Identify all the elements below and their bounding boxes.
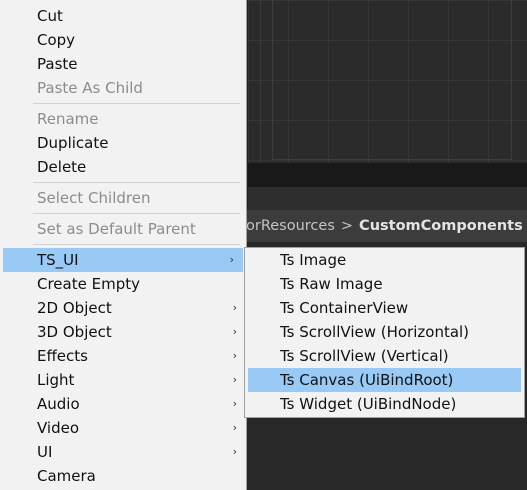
menu-item-light[interactable]: Light › bbox=[0, 368, 246, 392]
chevron-right-icon: › bbox=[232, 349, 237, 362]
chevron-right-icon: › bbox=[232, 325, 237, 338]
menu-item-2d-object[interactable]: 2D Object › bbox=[0, 296, 246, 320]
menu-separator bbox=[33, 244, 240, 245]
menu-item-ts-ui[interactable]: TS_UI › bbox=[3, 248, 243, 272]
menu-item-paste[interactable]: Paste bbox=[0, 52, 246, 76]
chevron-right-icon: › bbox=[232, 301, 237, 314]
chevron-right-icon: › bbox=[229, 253, 234, 266]
submenu-item-ts-scrollview-vertical[interactable]: Ts ScrollView (Vertical) bbox=[245, 344, 524, 368]
menu-item-delete[interactable]: Delete bbox=[0, 155, 246, 179]
menu-item-camera[interactable]: Camera bbox=[0, 464, 246, 488]
submenu-item-ts-image[interactable]: Ts Image bbox=[245, 248, 524, 272]
scene-grid-line bbox=[260, 0, 261, 163]
project-breadcrumb: orResources > CustomComponents bbox=[246, 210, 527, 242]
ts-ui-submenu: Ts Image Ts Raw Image Ts ContainerView T… bbox=[244, 247, 525, 418]
chevron-right-icon: › bbox=[232, 397, 237, 410]
panel-header bbox=[248, 187, 527, 210]
panel-divider bbox=[248, 163, 527, 187]
menu-separator bbox=[33, 103, 240, 104]
menu-item-rename: Rename bbox=[37, 110, 99, 128]
menu-item-select-children: Select Children bbox=[37, 189, 151, 207]
chevron-right-icon: › bbox=[232, 373, 237, 386]
chevron-right-icon: › bbox=[232, 421, 237, 434]
submenu-item-ts-raw-image[interactable]: Ts Raw Image bbox=[245, 272, 524, 296]
breadcrumb-separator: > bbox=[340, 218, 354, 234]
menu-item-effects[interactable]: Effects › bbox=[0, 344, 246, 368]
submenu-item-ts-widget[interactable]: Ts Widget (UiBindNode) bbox=[245, 392, 524, 416]
menu-separator bbox=[33, 182, 240, 183]
scene-frame bbox=[272, 0, 512, 160]
context-menu: Cut Copy Paste Paste As Child Rename Dup… bbox=[0, 0, 247, 490]
breadcrumb-item-prev[interactable]: orResources bbox=[246, 218, 335, 234]
menu-item-copy[interactable]: Copy bbox=[0, 28, 246, 52]
menu-item-create-empty[interactable]: Create Empty bbox=[0, 272, 246, 296]
menu-item-set-default-parent: Set as Default Parent bbox=[37, 220, 196, 238]
menu-item-3d-object[interactable]: 3D Object › bbox=[0, 320, 246, 344]
menu-item-video[interactable]: Video › bbox=[0, 416, 246, 440]
menu-item-cut[interactable]: Cut bbox=[0, 4, 246, 28]
menu-item-duplicate[interactable]: Duplicate bbox=[0, 131, 246, 155]
submenu-item-ts-canvas[interactable]: Ts Canvas (UiBindRoot) bbox=[248, 368, 521, 392]
chevron-right-icon: › bbox=[232, 445, 237, 458]
submenu-item-ts-scrollview-horizontal[interactable]: Ts ScrollView (Horizontal) bbox=[245, 320, 524, 344]
menu-separator bbox=[33, 213, 240, 214]
menu-item-audio[interactable]: Audio › bbox=[0, 392, 246, 416]
breadcrumb-item-current[interactable]: CustomComponents bbox=[359, 218, 523, 234]
menu-item-paste-as-child: Paste As Child bbox=[37, 79, 143, 97]
submenu-item-ts-containerview[interactable]: Ts ContainerView bbox=[245, 296, 524, 320]
menu-item-ui[interactable]: UI › bbox=[0, 440, 246, 464]
